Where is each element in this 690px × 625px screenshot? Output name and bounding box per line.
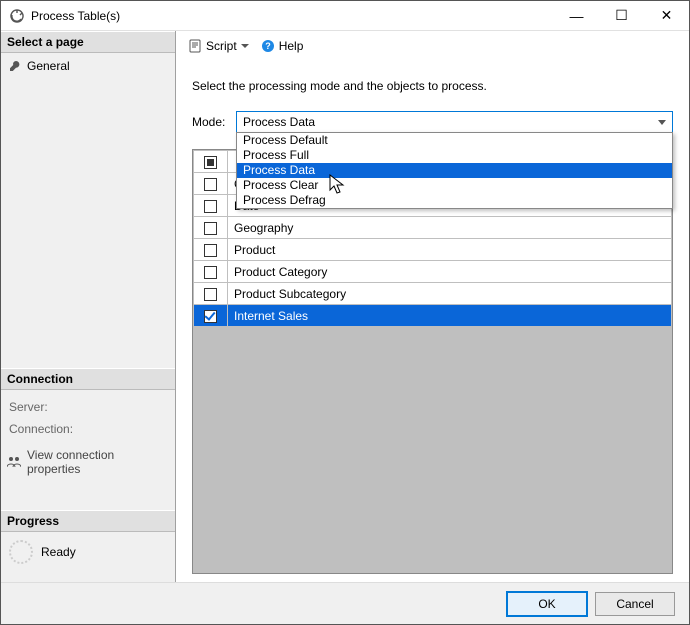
maximize-button[interactable]: ☐: [599, 1, 644, 30]
script-button[interactable]: Script: [184, 37, 253, 55]
window-buttons: — ☐ ✕: [554, 1, 689, 30]
mode-combobox[interactable]: Process Data: [236, 111, 673, 133]
help-button[interactable]: ? Help: [257, 37, 308, 55]
people-icon: [7, 456, 21, 468]
mode-option-default[interactable]: Process Default: [237, 133, 672, 148]
sidebar: Select a page General Connection Server:…: [1, 31, 176, 582]
table-row[interactable]: Product Subcategory: [194, 283, 672, 305]
toolbar: Script ? Help: [176, 31, 689, 61]
progress-header: Progress: [1, 510, 175, 532]
row-checkbox[interactable]: [204, 244, 217, 257]
table-row[interactable]: Geography: [194, 217, 672, 239]
server-label: Server:: [7, 394, 169, 416]
row-checkbox[interactable]: [204, 266, 217, 279]
ok-label: OK: [538, 597, 555, 611]
select-page-header: Select a page: [1, 31, 175, 53]
ok-button[interactable]: OK: [507, 592, 587, 616]
help-label: Help: [279, 39, 304, 53]
app-icon: [9, 8, 25, 24]
help-icon: ?: [261, 39, 275, 53]
script-icon: [188, 39, 202, 53]
chevron-down-icon: [658, 120, 666, 125]
row-name: Product Category: [228, 261, 672, 283]
mode-selected-value: Process Data: [243, 115, 315, 129]
row-name: Internet Sales: [228, 305, 672, 327]
chevron-down-icon: [241, 44, 249, 48]
mode-option-clear[interactable]: Process Clear: [237, 178, 672, 193]
objects-grid: Customer Date Geography Product: [192, 149, 673, 574]
select-all-checkbox[interactable]: [204, 156, 217, 169]
table-row[interactable]: Internet Sales: [194, 305, 672, 327]
main-panel: Script ? Help Select the processing mode…: [176, 31, 689, 582]
table-row[interactable]: Product: [194, 239, 672, 261]
table-row[interactable]: Product Category: [194, 261, 672, 283]
cancel-button[interactable]: Cancel: [595, 592, 675, 616]
dialog-window: Process Table(s) — ☐ ✕ Select a page Gen…: [0, 0, 690, 625]
row-checkbox[interactable]: [204, 222, 217, 235]
minimize-button[interactable]: —: [554, 1, 599, 30]
connection-header: Connection: [1, 368, 175, 390]
row-name: Geography: [228, 217, 672, 239]
progress-spinner-icon: [9, 540, 33, 564]
close-button[interactable]: ✕: [644, 1, 689, 30]
cancel-label: Cancel: [616, 597, 653, 611]
dialog-body: Select a page General Connection Server:…: [1, 31, 689, 582]
page-item-label: General: [27, 59, 70, 73]
svg-text:?: ?: [265, 41, 271, 51]
wrench-icon: [9, 60, 21, 72]
row-checkbox[interactable]: [204, 178, 217, 191]
mode-label: Mode:: [192, 115, 228, 129]
script-label: Script: [206, 39, 237, 53]
page-item-general[interactable]: General: [7, 57, 169, 75]
window-title: Process Table(s): [31, 9, 554, 23]
row-checkbox[interactable]: [204, 310, 217, 323]
view-connection-properties-label: View connection properties: [27, 448, 169, 476]
progress-status: Ready: [41, 545, 76, 559]
dialog-footer: OK Cancel: [1, 582, 689, 624]
mode-dropdown: Process Default Process Full Process Dat…: [236, 132, 673, 209]
row-checkbox[interactable]: [204, 288, 217, 301]
view-connection-properties[interactable]: View connection properties: [7, 438, 169, 476]
row-name: Product Subcategory: [228, 283, 672, 305]
mode-option-defrag[interactable]: Process Defrag: [237, 193, 672, 208]
mode-row: Mode: Process Data Process Default Proce…: [192, 111, 673, 133]
connection-label: Connection:: [7, 416, 169, 438]
mode-option-full[interactable]: Process Full: [237, 148, 672, 163]
mode-option-data[interactable]: Process Data: [237, 163, 672, 178]
instruction-text: Select the processing mode and the objec…: [192, 79, 673, 93]
content-area: Select the processing mode and the objec…: [176, 61, 689, 582]
row-name: Product: [228, 239, 672, 261]
titlebar[interactable]: Process Table(s) — ☐ ✕: [1, 1, 689, 31]
row-checkbox[interactable]: [204, 200, 217, 213]
